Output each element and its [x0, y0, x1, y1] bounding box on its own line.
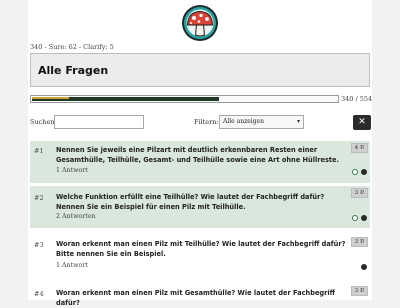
filter-select[interactable]: Alle anzeigen ▾	[219, 115, 304, 129]
question-item[interactable]: #4 Woran erkennt man einen Pilz mit Gesa…	[30, 284, 370, 307]
question-text: Nennen Sie jeweils eine Pilzart mit deut…	[56, 146, 340, 164]
chevron-down-icon: ▾	[296, 118, 300, 125]
points-badge: 4 P.	[351, 143, 368, 153]
status-dot-icon	[361, 264, 367, 270]
answer-count: 2 Antworten	[56, 213, 96, 220]
status-dot-icon	[361, 215, 367, 221]
progress-label: 340 / 554	[341, 95, 373, 103]
question-item[interactable]: #2 Welche Funktion erfüllt eine Teilhüll…	[30, 186, 370, 228]
filter-selected-value: Alle anzeigen	[223, 118, 264, 125]
partial-status-icon	[352, 169, 358, 175]
page-title-box: Alle Fragen	[30, 53, 370, 87]
mushroom-logo-icon	[181, 4, 219, 42]
points-badge: 3 P.	[351, 237, 368, 247]
stats-line: 340 - Sure: 62 - Clarify: 5	[30, 43, 114, 51]
question-number: #1	[34, 147, 44, 155]
progress-secondary-fill	[32, 97, 69, 99]
answer-count: 1 Antwort	[56, 262, 88, 269]
clear-filter-button[interactable]: ✕	[353, 115, 371, 130]
question-text: Woran erkennt man einen Pilz mit Teilhül…	[56, 240, 346, 258]
question-number: #4	[34, 290, 44, 298]
question-number: #3	[34, 241, 44, 249]
question-text: Woran erkennt man einen Pilz mit Gesamth…	[56, 289, 335, 307]
close-icon: ✕	[358, 117, 366, 127]
search-label: Suchen:	[30, 118, 57, 126]
question-text: Welche Funktion erfüllt eine Teilhülle? …	[56, 193, 325, 211]
question-number: #2	[34, 194, 44, 202]
points-badge: 3 P.	[351, 286, 368, 296]
filter-label: Filtern:	[194, 118, 219, 126]
status-dot-icon	[361, 169, 367, 175]
question-item[interactable]: #3 Woran erkennt man einen Pilz mit Teil…	[30, 235, 370, 277]
answer-count: 1 Antwort	[56, 167, 88, 174]
points-badge: 3 P.	[351, 188, 368, 198]
page-title: Alle Fragen	[38, 64, 109, 77]
search-input[interactable]	[54, 115, 144, 129]
question-item[interactable]: #1 Nennen Sie jeweils eine Pilzart mit d…	[30, 141, 370, 183]
page: 340 - Sure: 62 - Clarify: 5 Alle Fragen …	[28, 0, 373, 307]
progress-bar	[30, 95, 339, 103]
partial-status-icon	[352, 215, 358, 221]
